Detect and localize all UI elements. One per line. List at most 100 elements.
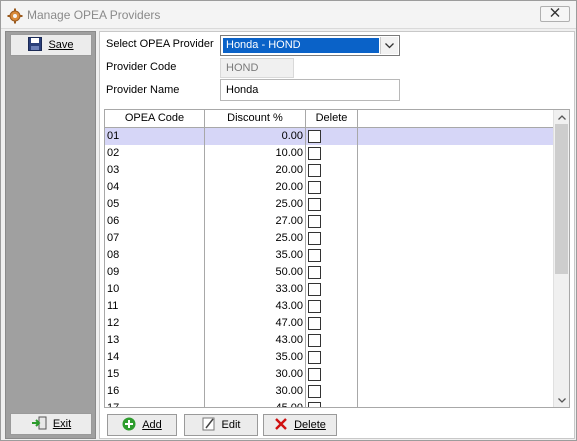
delete-checkbox[interactable] — [308, 147, 321, 160]
discount-cell[interactable]: 43.00 — [205, 332, 306, 349]
discount-cell[interactable]: 25.00 — [205, 196, 306, 213]
table-row[interactable]: 14 35.00 — [105, 349, 555, 366]
app-gear-icon — [7, 8, 23, 24]
opea-code-cell[interactable]: 14 — [105, 349, 205, 366]
exit-label: Exit — [52, 418, 72, 430]
opea-code-cell[interactable]: 13 — [105, 332, 205, 349]
delete-checkbox[interactable] — [308, 283, 321, 296]
delete-checkbox[interactable] — [308, 198, 321, 211]
delete-checkbox[interactable] — [308, 300, 321, 313]
chevron-down-icon[interactable] — [380, 37, 398, 54]
opea-code-cell[interactable]: 01 — [105, 128, 205, 145]
discount-cell[interactable]: 27.00 — [205, 213, 306, 230]
grid-rows: 01 0.00 02 10.00 03 20.00 04 20.00 05 25.00 06 27.0… — [105, 128, 555, 407]
opea-code-cell[interactable]: 09 — [105, 264, 205, 281]
delete-cell — [306, 247, 358, 264]
delete-checkbox[interactable] — [308, 164, 321, 177]
table-row[interactable]: 17 45.00 — [105, 400, 555, 407]
discount-cell[interactable]: 30.00 — [205, 383, 306, 400]
scroll-down-icon[interactable] — [554, 393, 569, 407]
exit-button[interactable]: Exit — [10, 413, 92, 435]
action-bar: Add Edit Delete — [104, 413, 570, 437]
delete-checkbox[interactable] — [308, 266, 321, 279]
discount-cell[interactable]: 43.00 — [205, 298, 306, 315]
scroll-up-icon[interactable] — [554, 110, 569, 124]
delete-cell — [306, 298, 358, 315]
discount-cell[interactable]: 35.00 — [205, 247, 306, 264]
discount-cell[interactable]: 25.00 — [205, 230, 306, 247]
delete-cell — [306, 213, 358, 230]
discount-cell[interactable]: 33.00 — [205, 281, 306, 298]
scroll-thumb[interactable] — [555, 124, 568, 274]
table-row[interactable]: 13 43.00 — [105, 332, 555, 349]
save-button[interactable]: Save — [10, 34, 92, 56]
opea-code-cell[interactable]: 16 — [105, 383, 205, 400]
vertical-scrollbar[interactable] — [553, 110, 569, 407]
provider-code-label: Provider Code — [106, 61, 177, 73]
discount-cell[interactable]: 30.00 — [205, 366, 306, 383]
delete-cell — [306, 315, 358, 332]
delete-cell — [306, 332, 358, 349]
delete-checkbox[interactable] — [308, 402, 321, 407]
opea-code-cell[interactable]: 05 — [105, 196, 205, 213]
table-row[interactable]: 11 43.00 — [105, 298, 555, 315]
discount-cell[interactable]: 10.00 — [205, 145, 306, 162]
discount-cell[interactable]: 20.00 — [205, 162, 306, 179]
delete-button[interactable]: Delete — [263, 414, 337, 436]
provider-code-field: HOND — [220, 58, 294, 78]
discount-cell[interactable]: 35.00 — [205, 349, 306, 366]
opea-code-cell[interactable]: 06 — [105, 213, 205, 230]
manage-opea-providers-window: Manage OPEA Providers Save Exit Select O… — [0, 0, 577, 441]
table-row[interactable]: 10 33.00 — [105, 281, 555, 298]
delete-checkbox[interactable] — [308, 181, 321, 194]
table-row[interactable]: 04 20.00 — [105, 179, 555, 196]
discount-cell[interactable]: 47.00 — [205, 315, 306, 332]
delete-checkbox[interactable] — [308, 249, 321, 262]
close-button[interactable] — [540, 6, 570, 22]
table-row[interactable]: 03 20.00 — [105, 162, 555, 179]
delete-checkbox[interactable] — [308, 334, 321, 347]
opea-code-cell[interactable]: 11 — [105, 298, 205, 315]
delete-checkbox[interactable] — [308, 317, 321, 330]
table-row[interactable]: 01 0.00 — [105, 128, 555, 145]
header-opea-code[interactable]: OPEA Code — [105, 110, 205, 128]
opea-code-cell[interactable]: 08 — [105, 247, 205, 264]
opea-code-cell[interactable]: 17 — [105, 400, 205, 407]
opea-code-cell[interactable]: 12 — [105, 315, 205, 332]
opea-code-cell[interactable]: 15 — [105, 366, 205, 383]
table-row[interactable]: 08 35.00 — [105, 247, 555, 264]
add-button[interactable]: Add — [107, 414, 177, 436]
floppy-disk-icon — [28, 36, 43, 54]
opea-code-cell[interactable]: 07 — [105, 230, 205, 247]
opea-code-cell[interactable]: 04 — [105, 179, 205, 196]
discount-cell[interactable]: 50.00 — [205, 264, 306, 281]
provider-name-field[interactable]: Honda — [220, 79, 400, 101]
delete-checkbox[interactable] — [308, 351, 321, 364]
header-delete[interactable]: Delete — [306, 110, 358, 128]
edit-button[interactable]: Edit — [184, 414, 258, 436]
delete-checkbox[interactable] — [308, 130, 321, 143]
discount-cell[interactable]: 20.00 — [205, 179, 306, 196]
header-discount[interactable]: Discount % — [205, 110, 306, 128]
table-row[interactable]: 15 30.00 — [105, 366, 555, 383]
table-row[interactable]: 06 27.00 — [105, 213, 555, 230]
main-panel: Select OPEA Provider Honda - HOND Provid… — [99, 31, 575, 439]
delete-checkbox[interactable] — [308, 232, 321, 245]
table-row[interactable]: 07 25.00 — [105, 230, 555, 247]
discount-cell[interactable]: 45.00 — [205, 400, 306, 407]
table-row[interactable]: 16 30.00 — [105, 383, 555, 400]
delete-checkbox[interactable] — [308, 385, 321, 398]
table-row[interactable]: 09 50.00 — [105, 264, 555, 281]
opea-code-cell[interactable]: 03 — [105, 162, 205, 179]
opea-code-cell[interactable]: 10 — [105, 281, 205, 298]
provider-select[interactable]: Honda - HOND — [220, 35, 400, 56]
delete-checkbox[interactable] — [308, 215, 321, 228]
opea-code-cell[interactable]: 02 — [105, 145, 205, 162]
delete-cell — [306, 366, 358, 383]
discount-cell[interactable]: 0.00 — [205, 128, 306, 145]
table-row[interactable]: 05 25.00 — [105, 196, 555, 213]
table-row[interactable]: 12 47.00 — [105, 315, 555, 332]
table-row[interactable]: 02 10.00 — [105, 145, 555, 162]
opea-codes-grid: OPEA Code Discount % Delete 01 0.00 02 10.0… — [104, 109, 570, 408]
delete-checkbox[interactable] — [308, 368, 321, 381]
